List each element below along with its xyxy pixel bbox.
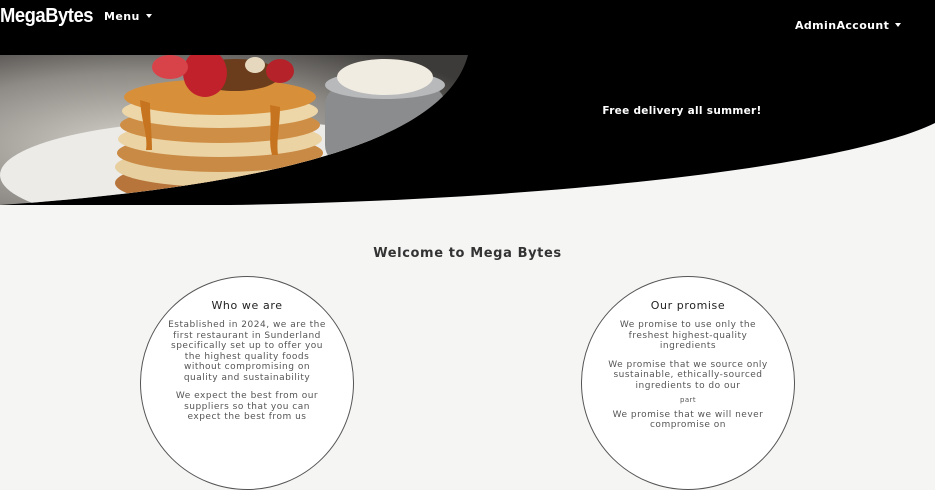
our-promise-text-3: We promise that we will never compromise… xyxy=(612,409,764,431)
who-we-are-title: Who we are xyxy=(211,299,283,312)
who-we-are-card: Who we are Established in 2024, we are t… xyxy=(140,276,354,490)
caret-down-icon xyxy=(895,23,902,27)
our-promise-text-2: We promise that we source only sustainab… xyxy=(608,359,768,391)
who-we-are-text-2: We expect the best from our suppliers so… xyxy=(175,391,319,422)
our-promise-text-2-part: part xyxy=(680,396,696,404)
account-label: AdminAccount xyxy=(795,19,890,32)
our-promise-title: Our promise xyxy=(650,299,726,312)
hero-banner: Free delivery all summer! xyxy=(0,55,935,205)
brand-logo[interactable]: MegaBytes xyxy=(0,5,93,28)
welcome-heading: Welcome to Mega Bytes xyxy=(373,245,562,261)
who-we-are-text-1: Established in 2024, we are the first re… xyxy=(168,320,326,383)
account-dropdown-toggle[interactable]: AdminAccount xyxy=(795,19,902,32)
caret-down-icon xyxy=(145,14,152,18)
hero-curve-divider xyxy=(0,123,935,205)
our-promise-card: Our promise We promise to use only the f… xyxy=(581,276,795,490)
menu-label: Menu xyxy=(104,10,140,23)
menu-dropdown-toggle[interactable]: Menu xyxy=(104,10,152,23)
top-navbar: MegaBytes Menu AdminAccount xyxy=(0,0,935,56)
our-promise-text-1: We promise to use only the freshest high… xyxy=(619,320,757,351)
